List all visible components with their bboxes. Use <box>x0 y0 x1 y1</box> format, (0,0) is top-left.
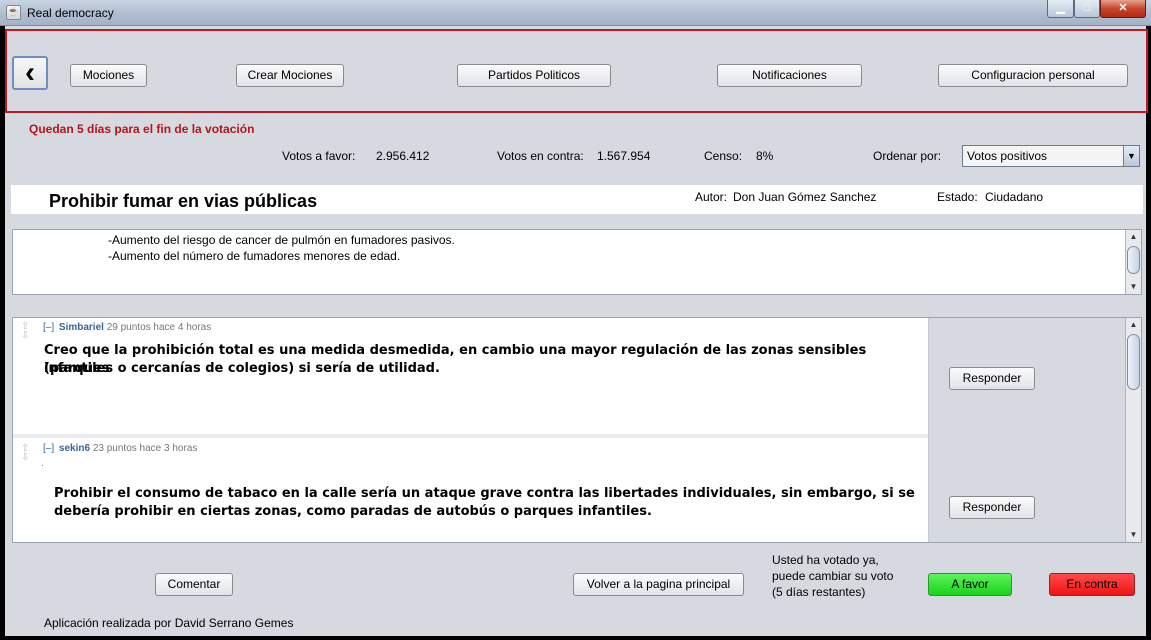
scroll-up-icon[interactable]: ▲ <box>1126 230 1141 244</box>
maximize-button[interactable]: □ <box>1074 0 1100 18</box>
motion-header: Prohibir fumar en vias públicas Autor: D… <box>11 185 1143 214</box>
main-panel: ‹ Mociones Crear Mociones Partidos Polit… <box>5 26 1148 636</box>
state-value: Ciudadano <box>985 190 1044 204</box>
vote-arrows-icon[interactable]: ⇧ ⇩ <box>21 444 29 463</box>
vote-arrows-icon[interactable]: ⇧ ⇩ <box>21 322 29 341</box>
scroll-up-icon[interactable]: ▲ <box>1126 318 1141 332</box>
reply-button[interactable]: Responder <box>949 496 1035 519</box>
back-arrow-button[interactable]: ‹ <box>12 56 48 90</box>
state-label: Estado: <box>937 190 978 204</box>
close-button[interactable]: ✕ <box>1100 0 1146 18</box>
comment-meta: 29 puntos hace 4 horas <box>106 322 212 333</box>
motion-title: Prohibir fumar en vias públicas <box>49 191 318 211</box>
scroll-down-icon[interactable]: ▼ <box>1126 280 1141 294</box>
partidos-politicos-button[interactable]: Partidos Politicos <box>457 64 611 87</box>
comment-header: [–] sekin6 23 puntos hace 3 horas <box>43 443 197 454</box>
motion-description-area[interactable]: -Aumento del riesgo de cancer de pulmón … <box>12 229 1142 295</box>
back-to-main-button[interactable]: Volver a la pagina principal <box>573 573 744 596</box>
favor-votes-value: 2.956.412 <box>376 149 430 163</box>
comment-body-line: Prohibir el consumo de tabaco en la call… <box>54 486 915 501</box>
reply-button[interactable]: Responder <box>949 367 1035 390</box>
minimize-button[interactable]: ▁ <box>1047 0 1074 18</box>
comment-header: [–] Simbariel 29 puntos hace 4 horas <box>43 322 211 333</box>
comment-item: ⇧ ⇩ [–] sekin6 23 puntos hace 3 horas . P… <box>13 434 928 542</box>
navigation-toolbar: ‹ Mociones Crear Mociones Partidos Polit… <box>5 29 1148 113</box>
comment-body-line: infantiles o cercanías de colegios) si s… <box>44 361 440 376</box>
comment-dot: . <box>41 458 44 469</box>
collapse-toggle[interactable]: [–] <box>43 443 54 454</box>
scroll-down-icon[interactable]: ▼ <box>1126 528 1141 542</box>
description-line: -Aumento del número de fumadores menores… <box>108 249 401 263</box>
vote-contra-button[interactable]: En contra <box>1049 573 1135 596</box>
comments-panel: ⇧ ⇩ [–] Simbariel 29 puntos hace 4 horas … <box>12 317 1142 543</box>
configuracion-personal-button[interactable]: Configuracion personal <box>938 64 1128 87</box>
comment-body-line: debería prohibir en ciertas zonas, como … <box>54 504 652 519</box>
scroll-thumb[interactable] <box>1127 334 1140 390</box>
window-title: Real democracy <box>27 6 114 20</box>
mociones-button[interactable]: Mociones <box>70 64 147 87</box>
contra-votes-label: Votos en contra: <box>497 149 584 163</box>
title-bar: ☕ Real democracy ▁ □ ✕ <box>0 0 1151 26</box>
collapse-toggle[interactable]: [–] <box>43 322 54 333</box>
comment-meta: 23 puntos hace 3 horas <box>92 443 198 454</box>
vote-favor-button[interactable]: A favor <box>928 573 1012 596</box>
description-line: -Aumento del riesgo de cancer de pulmón … <box>108 233 455 247</box>
deadline-notice: Quedan 5 días para el fin de la votación <box>29 122 255 136</box>
description-scrollbar[interactable]: ▲ ▼ <box>1125 230 1141 294</box>
favor-votes-label: Votos a favor: <box>282 149 356 163</box>
order-by-select[interactable]: Votos positivos ▼ <box>962 145 1140 167</box>
comment-button[interactable]: Comentar <box>155 573 233 596</box>
dropdown-arrow-icon[interactable]: ▼ <box>1123 146 1139 166</box>
contra-votes-value: 1.567.954 <box>597 149 651 163</box>
reply-column: Responder Responder <box>928 318 1126 542</box>
comment-author[interactable]: sekin6 <box>59 443 90 454</box>
author-name: Don Juan Gómez Sanchez <box>733 190 877 204</box>
comment-item: ⇧ ⇩ [–] Simbariel 29 puntos hace 4 horas … <box>13 318 928 434</box>
scroll-thumb[interactable] <box>1127 246 1140 274</box>
censo-value: 8% <box>756 149 774 163</box>
notificaciones-button[interactable]: Notificaciones <box>717 64 862 87</box>
vote-status-line: (5 días restantes) <box>772 585 866 599</box>
order-by-value: Votos positivos <box>967 149 1048 163</box>
java-app-icon: ☕ <box>6 5 21 20</box>
vote-status-line: puede cambiar su voto <box>772 569 894 583</box>
comments-scrollbar[interactable]: ▲ ▼ <box>1125 318 1141 542</box>
author-label: Autor: <box>695 190 728 204</box>
vote-status-line: Usted ha votado ya, <box>772 553 879 567</box>
crear-mociones-button[interactable]: Crear Mociones <box>236 64 344 87</box>
order-by-label: Ordenar por: <box>873 149 942 163</box>
credits: Aplicación realizada por David Serrano G… <box>44 616 294 630</box>
comment-author[interactable]: Simbariel <box>59 322 104 333</box>
vote-status: Usted ha votado ya, puede cambiar su vot… <box>772 552 893 600</box>
censo-label: Censo: <box>704 149 743 163</box>
